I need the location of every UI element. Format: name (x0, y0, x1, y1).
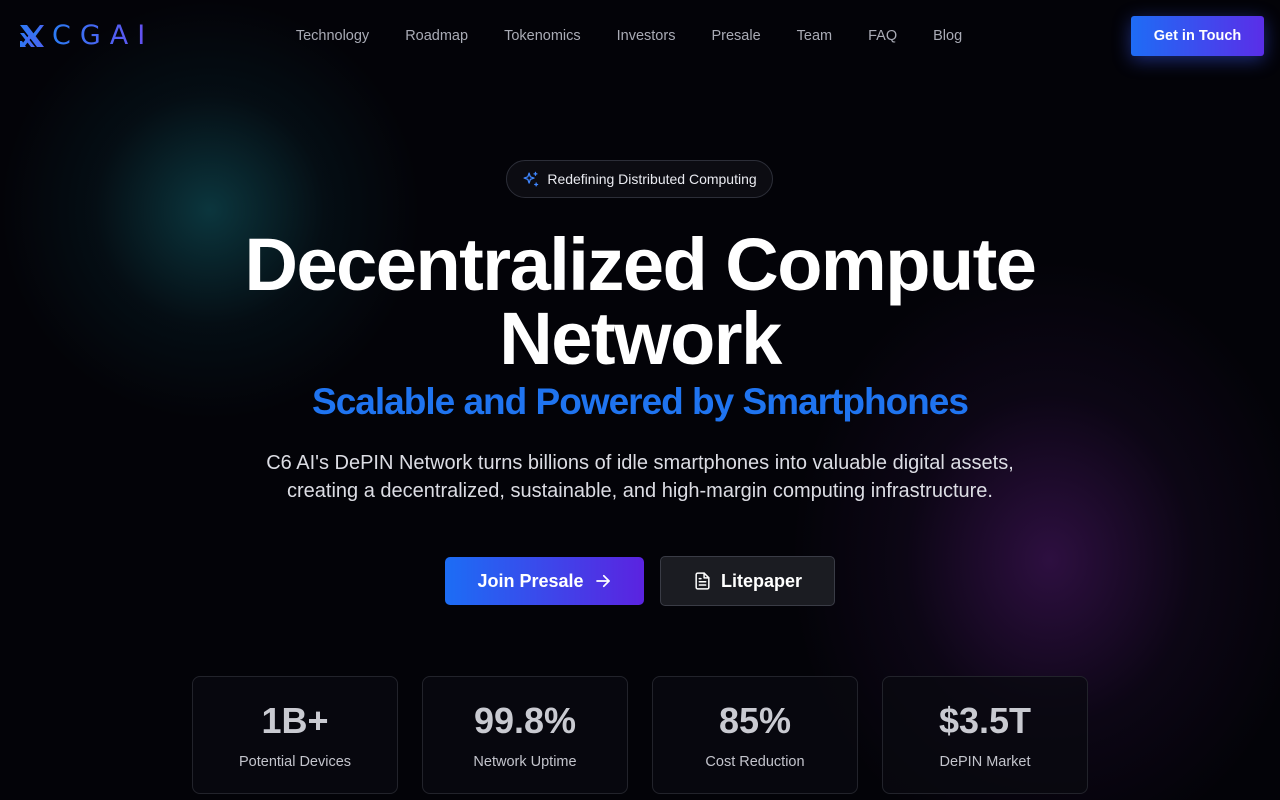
hero-subtitle: Scalable and Powered by Smartphones (312, 381, 969, 422)
top-nav: CGAI Technology Roadmap Tokenomics Inves… (0, 0, 1280, 72)
get-in-touch-button[interactable]: Get in Touch (1131, 16, 1264, 56)
litepaper-button[interactable]: Litepaper (660, 556, 835, 606)
stat-label: Network Uptime (473, 754, 577, 770)
nav-link-team[interactable]: Team (797, 26, 832, 46)
hero-description: C6 AI's DePIN Network turns billions of … (240, 449, 1040, 505)
stat-value: $3.5T (938, 700, 1032, 741)
litepaper-label: Litepaper (720, 570, 803, 591)
document-icon (695, 572, 710, 590)
nav-link-roadmap[interactable]: Roadmap (405, 26, 468, 46)
hero-title-line-2: Network (499, 297, 782, 380)
nav-link-tokenomics[interactable]: Tokenomics (504, 26, 581, 46)
hero-title-line-1: Decentralized Compute (244, 223, 1037, 306)
nav-link-faq[interactable]: FAQ (868, 26, 897, 46)
hero-description-line-2: creating a decentralized, sustainable, a… (287, 480, 993, 502)
stat-card-network-uptime: 99.8% Network Uptime (422, 676, 628, 794)
stat-label: DePIN Market (939, 754, 1031, 770)
join-presale-label: Join Presale (477, 570, 584, 591)
stat-card-potential-devices: 1B+ Potential Devices (192, 676, 398, 794)
nav-link-technology[interactable]: Technology (296, 26, 369, 46)
stat-value: 99.8% (473, 700, 577, 741)
stat-value: 1B+ (261, 700, 329, 741)
hero-badge: Redefining Distributed Computing (506, 160, 773, 198)
arrow-right-icon (595, 574, 610, 588)
badge-text: Redefining Distributed Computing (547, 171, 757, 187)
nav-link-blog[interactable]: Blog (933, 26, 962, 46)
nav-link-presale[interactable]: Presale (711, 26, 760, 46)
nav-link-investors[interactable]: Investors (617, 26, 676, 46)
join-presale-button[interactable]: Join Presale (445, 557, 644, 605)
landing-page: CGAI Technology Roadmap Tokenomics Inves… (0, 0, 1280, 800)
hero-title: Decentralized Compute Network (0, 228, 1280, 376)
stat-value: 85% (718, 700, 792, 741)
hero-description-line-1: C6 AI's DePIN Network turns billions of … (266, 452, 1014, 474)
stat-card-cost-reduction: 85% Cost Reduction (652, 676, 858, 794)
stat-card-depin-market: $3.5T DePIN Market (882, 676, 1088, 794)
sparkle-icon (523, 171, 539, 187)
nav-links: Technology Roadmap Tokenomics Investors … (0, 26, 1280, 46)
stat-label: Cost Reduction (705, 754, 805, 770)
stat-label: Potential Devices (238, 754, 352, 770)
